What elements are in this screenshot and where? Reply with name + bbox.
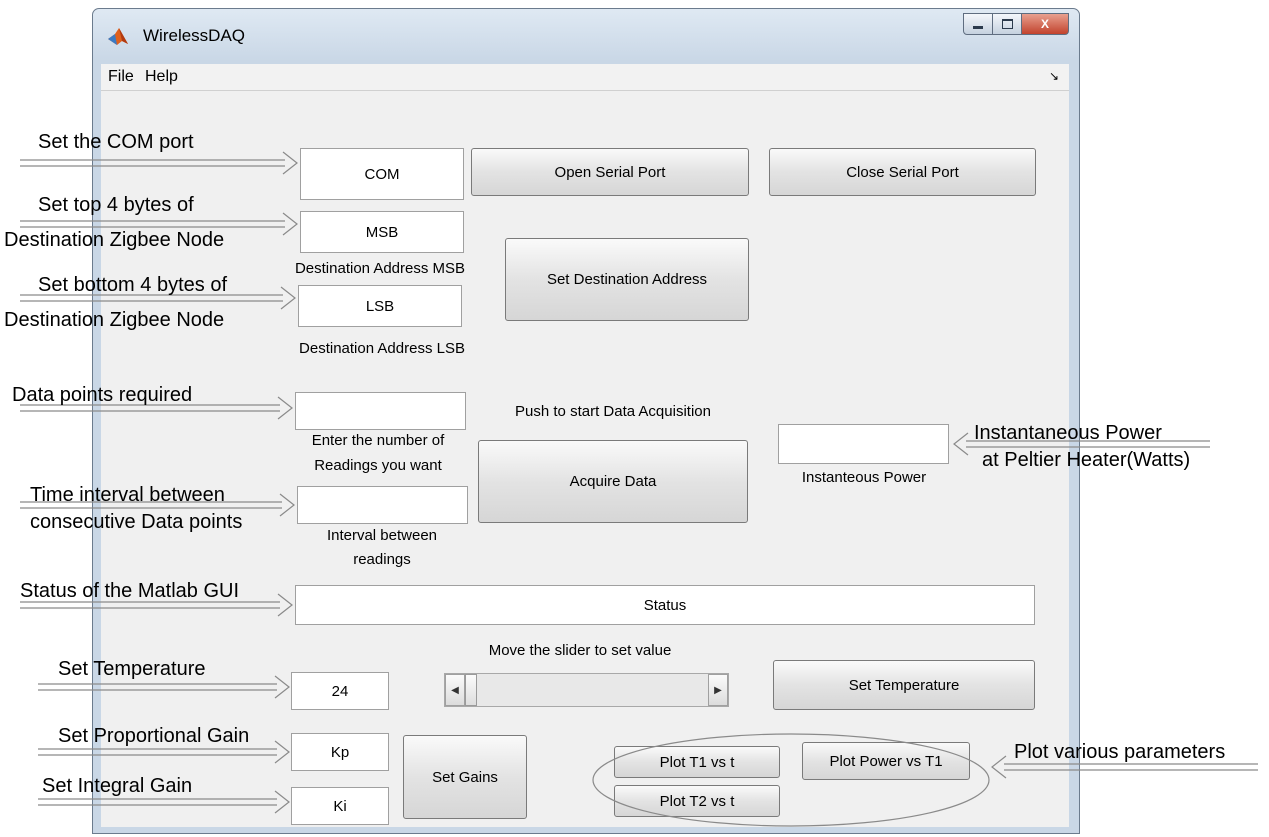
anno-com: Set the COM port	[38, 131, 194, 153]
anno-top-bytes-1: Set top 4 bytes of	[38, 194, 194, 216]
anno-integral: Set Integral Gain	[42, 775, 193, 797]
anno-proportional: Set Proportional Gain	[58, 725, 250, 747]
anno-power-1: Instantaneous Power	[974, 422, 1162, 444]
anno-plot: Plot various parameters	[1014, 741, 1226, 763]
anno-interval-1: Time interval between	[30, 484, 225, 506]
anno-bottom-bytes-1: Set bottom 4 bytes of	[38, 274, 227, 296]
anno-interval-2: consecutive Data points	[30, 511, 243, 533]
anno-status: Status of the Matlab GUI	[20, 580, 239, 602]
arrow-com	[20, 151, 298, 175]
anno-bottom-bytes-2: Destination Zigbee Node	[4, 309, 225, 331]
annotation-arrows	[20, 151, 1258, 827]
anno-power-2: at Peltier Heater(Watts)	[982, 449, 1191, 471]
anno-data-points: Data points required	[12, 384, 193, 406]
anno-top-bytes-2: Destination Zigbee Node	[4, 229, 225, 251]
anno-temperature: Set Temperature	[58, 658, 206, 680]
plot-buttons-ellipse	[592, 733, 990, 827]
